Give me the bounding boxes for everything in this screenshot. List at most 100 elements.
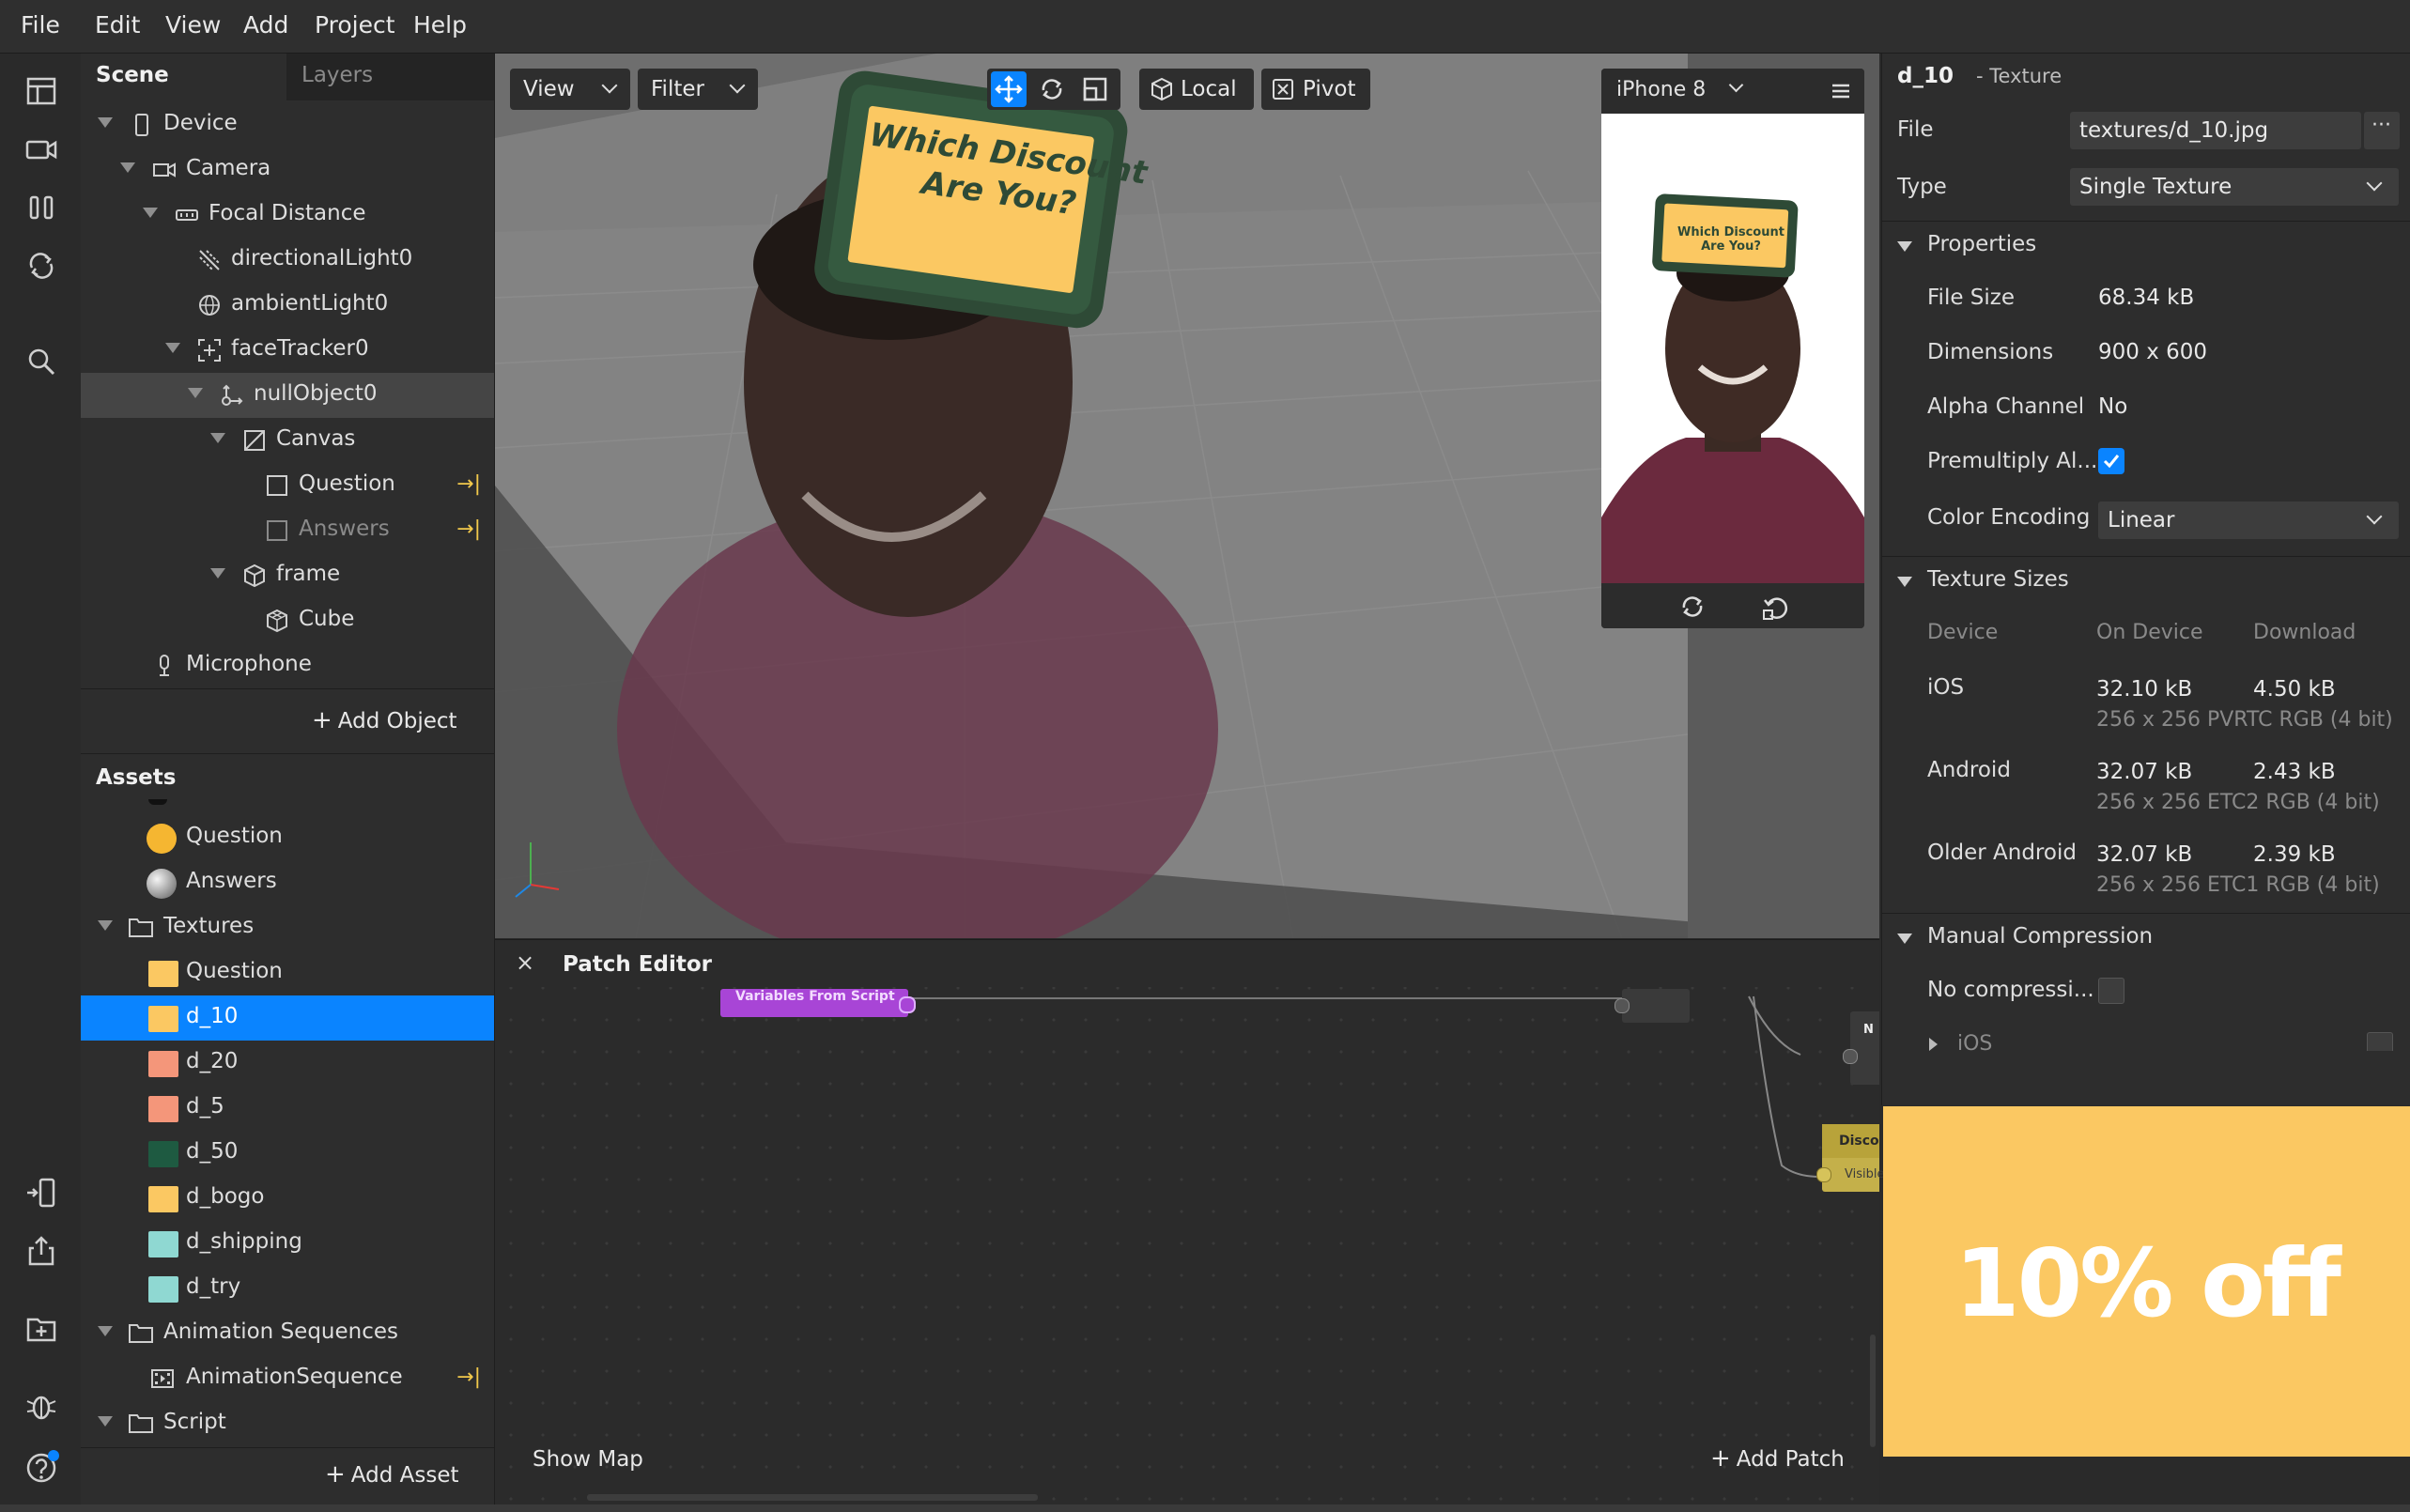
menu-project[interactable]: Project bbox=[315, 11, 395, 39]
tree-item-frame[interactable]: frame bbox=[81, 553, 494, 598]
input-port-icon[interactable] bbox=[1843, 1049, 1858, 1064]
patch-node-hidden[interactable] bbox=[1614, 989, 1690, 1023]
patch-editor[interactable]: × Patch Editor Variables From Script N D… bbox=[495, 939, 1889, 1505]
patch-node-discount[interactable]: Discou Visible bbox=[1816, 1124, 1889, 1192]
animation-link-icon[interactable]: →| bbox=[456, 517, 481, 541]
texture-thumbnail bbox=[148, 1096, 178, 1122]
type-label: Type bbox=[1897, 175, 1947, 199]
asset-texture-question[interactable]: Question bbox=[81, 950, 494, 995]
asset-folder-script[interactable]: Script bbox=[81, 1401, 494, 1446]
ambient-light-icon bbox=[197, 293, 222, 317]
asset-texture-d-shipping[interactable]: d_shipping bbox=[81, 1221, 494, 1266]
asset-texture-d-20[interactable]: d_20 bbox=[81, 1041, 494, 1086]
texture-sizes-section-header[interactable]: Texture Sizes bbox=[1882, 558, 2410, 605]
share-icon[interactable] bbox=[24, 1234, 58, 1268]
output-port-icon[interactable] bbox=[899, 996, 916, 1013]
tree-item-null-object[interactable]: nullObject0 bbox=[81, 373, 494, 418]
send-to-device-icon[interactable] bbox=[24, 1176, 58, 1210]
refresh-icon[interactable] bbox=[24, 249, 58, 283]
menu-view[interactable]: View bbox=[165, 11, 221, 39]
asset-texture-d-bogo[interactable]: d_bogo bbox=[81, 1176, 494, 1221]
texture-thumbnail bbox=[148, 1051, 178, 1077]
patch-connections bbox=[908, 995, 1820, 1178]
animation-link-icon[interactable]: →| bbox=[456, 472, 481, 496]
scale-icon bbox=[1083, 77, 1107, 101]
tree-item-directional-light[interactable]: directionalLight0 bbox=[81, 238, 494, 283]
asset-material-answers[interactable]: Answers bbox=[81, 860, 494, 905]
vertical-scrollbar[interactable] bbox=[1870, 1335, 1876, 1447]
texture-thumbnail bbox=[148, 1276, 178, 1303]
show-map-button[interactable]: Show Map bbox=[533, 1447, 643, 1472]
menu-add[interactable]: Add bbox=[243, 11, 288, 39]
add-asset-button[interactable]: + Add Asset bbox=[325, 1460, 459, 1489]
tree-item-face-tracker[interactable]: faceTracker0 bbox=[81, 328, 494, 373]
layout-icon[interactable] bbox=[24, 74, 58, 108]
tree-item-device[interactable]: Device bbox=[81, 102, 494, 147]
add-patch-button[interactable]: + Add Patch bbox=[1710, 1444, 1845, 1473]
file-label: File bbox=[1897, 117, 1934, 142]
color-encoding-dropdown[interactable]: Linear bbox=[2098, 501, 2399, 539]
menu-edit[interactable]: Edit bbox=[95, 11, 140, 39]
focal-distance-icon bbox=[175, 203, 199, 227]
input-port-icon[interactable] bbox=[1816, 1167, 1831, 1182]
tree-item-ambient-light[interactable]: ambientLight0 bbox=[81, 283, 494, 328]
hamburger-menu-icon[interactable] bbox=[1831, 82, 1851, 100]
asset-material-question[interactable]: Question bbox=[81, 815, 494, 860]
asset-folder-animation-sequences[interactable]: Animation Sequences bbox=[81, 1311, 494, 1356]
animation-link-icon[interactable]: →| bbox=[456, 1365, 481, 1389]
asset-texture-d-try[interactable]: d_try bbox=[81, 1266, 494, 1311]
add-folder-icon[interactable] bbox=[24, 1312, 58, 1346]
tree-item-microphone[interactable]: Microphone bbox=[81, 643, 494, 688]
patch-node-variables-from-script[interactable]: Variables From Script bbox=[720, 989, 916, 1017]
menu-bar: File Edit View Add Project Help bbox=[0, 0, 2410, 54]
asset-texture-d-5[interactable]: d_5 bbox=[81, 1086, 494, 1131]
menu-help[interactable]: Help bbox=[413, 11, 467, 39]
tab-scene[interactable]: Scene bbox=[81, 54, 286, 100]
scale-tool-button[interactable] bbox=[1077, 71, 1113, 107]
bug-icon[interactable] bbox=[24, 1389, 58, 1423]
help-icon[interactable] bbox=[24, 1449, 59, 1483]
move-tool-button[interactable] bbox=[991, 71, 1027, 107]
tree-item-focal-distance[interactable]: Focal Distance bbox=[81, 193, 494, 238]
view-dropdown[interactable]: View bbox=[510, 69, 630, 110]
asset-texture-d-10[interactable]: d_10 bbox=[81, 995, 494, 1041]
video-camera-icon[interactable] bbox=[24, 132, 58, 166]
search-icon[interactable] bbox=[24, 345, 58, 378]
properties-section-header[interactable]: Properties bbox=[1882, 223, 2410, 270]
tree-item-question[interactable]: Question →| bbox=[81, 463, 494, 508]
tab-scene-label: Scene bbox=[96, 63, 169, 87]
plus-icon: + bbox=[1710, 1444, 1731, 1473]
tree-item-canvas[interactable]: Canvas bbox=[81, 418, 494, 463]
ios-subsection[interactable]: iOS bbox=[1882, 1028, 2410, 1051]
manual-compression-section-header[interactable]: Manual Compression bbox=[1882, 915, 2410, 962]
pause-icon[interactable] bbox=[24, 191, 58, 224]
preview-sign-line2: Are You? bbox=[1701, 239, 1761, 254]
flip-camera-icon[interactable] bbox=[1678, 593, 1707, 621]
premultiply-checkbox[interactable] bbox=[2098, 448, 2124, 474]
tree-item-cube[interactable]: Cube bbox=[81, 598, 494, 643]
ios-compression-checkbox[interactable] bbox=[2367, 1032, 2393, 1051]
input-port-icon[interactable] bbox=[1614, 998, 1630, 1013]
tab-layers[interactable]: Layers bbox=[286, 54, 494, 100]
file-path-field[interactable]: textures/d_10.jpg bbox=[2070, 112, 2361, 149]
asset-folder-textures[interactable]: Textures bbox=[81, 905, 494, 950]
pivot-button[interactable]: Pivot bbox=[1261, 69, 1370, 110]
restart-icon[interactable] bbox=[1761, 593, 1789, 621]
local-space-button[interactable]: Local bbox=[1139, 69, 1254, 110]
horizontal-scrollbar[interactable] bbox=[587, 1494, 1038, 1501]
rotate-icon bbox=[1042, 79, 1062, 100]
menu-file[interactable]: File bbox=[21, 11, 60, 39]
dimensions-value: 900 x 600 bbox=[2098, 340, 2208, 364]
asset-animation-sequence[interactable]: AnimationSequence →| bbox=[81, 1356, 494, 1401]
browse-file-button[interactable]: ··· bbox=[2364, 112, 2400, 149]
no-compression-checkbox[interactable] bbox=[2098, 978, 2124, 1004]
tree-item-camera[interactable]: Camera bbox=[81, 147, 494, 193]
patch-node-right-1[interactable]: N bbox=[1843, 1011, 1879, 1085]
rotate-tool-button[interactable] bbox=[1034, 71, 1070, 107]
filter-dropdown[interactable]: Filter bbox=[638, 69, 758, 110]
type-dropdown[interactable]: Single Texture bbox=[2070, 168, 2399, 206]
tree-item-answers[interactable]: Answers →| bbox=[81, 508, 494, 553]
device-selector[interactable]: iPhone 8 bbox=[1601, 69, 1864, 114]
add-object-button[interactable]: + Add Object bbox=[312, 706, 457, 734]
asset-texture-d-50[interactable]: d_50 bbox=[81, 1131, 494, 1176]
